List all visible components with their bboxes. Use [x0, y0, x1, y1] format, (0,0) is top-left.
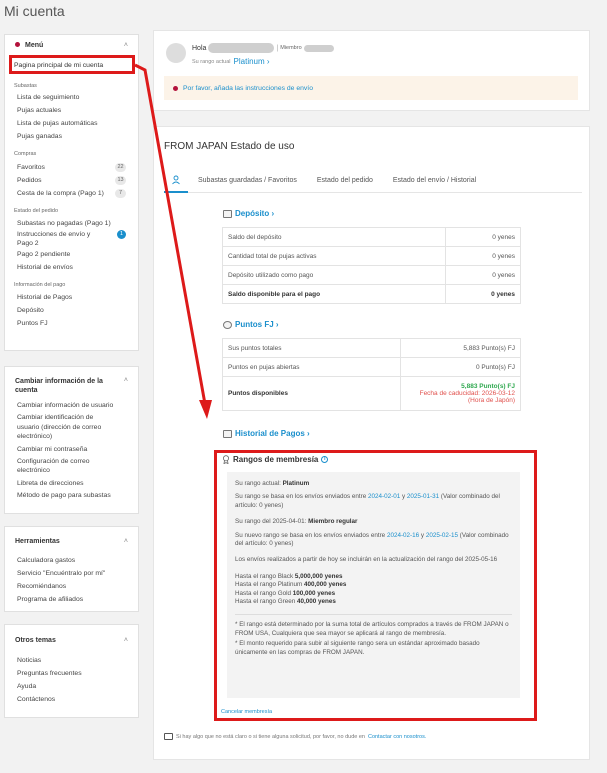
tab-profile[interactable]	[164, 169, 188, 193]
chevron-up-icon[interactable]: ˄	[124, 637, 128, 644]
servicio-encuentralo[interactable]: Servicio "Encuéntralo por mí"	[5, 569, 138, 578]
sidebar-item-subastas-no-pagadas[interactable]: Subastas no pagadas (Pago 1)	[5, 219, 138, 228]
cambiar-info-usuario[interactable]: Cambiar información de usuario	[5, 401, 138, 410]
noticias[interactable]: Noticias	[5, 656, 138, 665]
sidebar-otros-card: Otros temas ˄ Noticias Preguntas frecuen…	[4, 624, 139, 718]
table-row: Saldo disponible para el pago 0 yenes	[222, 284, 522, 304]
ayuda[interactable]: Ayuda	[5, 682, 138, 691]
sidebar-item-historial-pagos[interactable]: Historial de Pagos	[5, 293, 138, 302]
cambiar-header[interactable]: Cambiar información de la cuenta ˄	[5, 367, 138, 395]
herramientas-header[interactable]: Herramientas ˄	[5, 527, 138, 555]
sidebar-herramientas-card: Herramientas ˄ Calculadora gastos Servic…	[4, 526, 139, 612]
sidebar-item-puntos-fj[interactable]: Puntos FJ	[5, 319, 138, 328]
contactenos[interactable]: Contáctenos	[5, 695, 138, 704]
preguntas-frecuentes[interactable]: Preguntas frecuentes	[5, 669, 138, 678]
table-row: Puntos en pujas abiertas 0 Punto(s) FJ	[222, 357, 521, 377]
menu-header[interactable]: Menú ˄	[5, 35, 138, 55]
puntos-heading[interactable]: Puntos FJ ›	[223, 320, 279, 329]
programa-afiliados[interactable]: Programa de afiliados	[5, 595, 138, 604]
alert-dot-icon	[173, 85, 178, 91]
status-title: FROM JAPAN Estado de uso	[164, 141, 295, 152]
shipping-notice[interactable]: Por favor, añada las instrucciones de en…	[164, 76, 578, 100]
puntos-table: Sus puntos totales 5,883 Punto(s) FJ Punt…	[222, 338, 521, 411]
greeting-hola: Hola	[192, 44, 207, 52]
brand-dot-icon	[15, 41, 20, 47]
sidebar-item-lista-seguimiento[interactable]: Lista de seguimiento	[5, 93, 138, 102]
greeting-card: Hola | Miembro Su rango actual Platinum …	[153, 30, 590, 111]
recomiendanos[interactable]: Recomiéndanos	[5, 582, 138, 591]
deposito-table: Saldo del depósito 0 yenes Cantidad total…	[222, 227, 522, 304]
chat-icon	[164, 733, 173, 740]
cambiar-identificacion[interactable]: Cambiar identificación de usuario (direc…	[5, 413, 121, 442]
tab-estado-pedido[interactable]: Estado del pedido	[307, 169, 383, 193]
receipt-icon	[223, 429, 232, 438]
chevron-up-icon[interactable]: ˄	[124, 42, 128, 49]
tab-estado-envio[interactable]: Estado del envío / Historial	[383, 169, 486, 193]
sidebar-item-deposito[interactable]: Depósito	[5, 306, 138, 315]
chevron-up-icon[interactable]: ˄	[124, 538, 128, 545]
sidebar-item-pujas-actuales[interactable]: Pujas actuales	[5, 106, 138, 115]
status-tabs: Subastas guardadas / Favoritos Estado de…	[164, 169, 582, 193]
avatar	[166, 43, 186, 63]
otros-header[interactable]: Otros temas ˄	[5, 625, 138, 655]
tab-favoritos[interactable]: Subastas guardadas / Favoritos	[188, 169, 307, 193]
pedidos-count-badge: 13	[115, 176, 126, 185]
cambiar-list: Cambiar información de usuario Cambiar i…	[5, 401, 138, 500]
contact-link[interactable]: Contactar con nosotros.	[368, 734, 426, 740]
table-row: Saldo del depósito 0 yenes	[222, 227, 522, 247]
sidebar-group-compras: Compras	[14, 151, 37, 157]
points-icon	[223, 320, 232, 329]
table-row: Cantidad total de pujas activas 0 yenes	[222, 246, 522, 266]
highlight-home-link	[9, 55, 135, 74]
table-row: Sus puntos totales 5,883 Punto(s) FJ	[222, 338, 521, 358]
sidebar-menu: Menú ˄ Pagina principal de mi cuenta Sub…	[4, 34, 139, 351]
historial-pagos-heading[interactable]: Historial de Pagos ›	[223, 429, 310, 438]
sidebar-item-instrucciones-envio[interactable]: Instrucciones de envío y Pago 21	[5, 230, 138, 248]
sidebar-item-favoritos[interactable]: Favoritos 22	[5, 163, 138, 172]
member-label: Miembro	[280, 45, 302, 51]
calculadora-gastos[interactable]: Calculadora gastos	[5, 556, 138, 565]
user-icon	[172, 175, 180, 184]
footer-contact: Si hay algo que no está claro o si tiene…	[164, 733, 426, 740]
cambiar-contrasena[interactable]: Cambiar mi contraseña	[5, 445, 138, 454]
sidebar-item-pujas-automaticas[interactable]: Lista de pujas automáticas	[5, 119, 138, 128]
chevron-up-icon[interactable]: ˄	[124, 377, 128, 384]
sidebar-item-pago2-pendiente[interactable]: Pago 2 pendiente	[5, 250, 138, 259]
sidebar-item-cesta[interactable]: Cesta de la compra (Pago 1) 7	[5, 189, 138, 198]
username-redacted	[208, 43, 275, 53]
deposito-heading[interactable]: Depósito ›	[223, 209, 274, 218]
rank-link[interactable]: Platinum ›	[234, 57, 270, 66]
sidebar-group-info-pago: Información del pago	[14, 282, 66, 288]
page-title: Mi cuenta	[4, 3, 65, 19]
wallet-icon	[223, 209, 232, 218]
sidebar-cambiar-card: Cambiar información de la cuenta ˄ Cambi…	[4, 366, 139, 514]
sidebar-item-pedidos[interactable]: Pedidos 13	[5, 176, 138, 185]
metodo-pago[interactable]: Método de pago para subastas	[5, 491, 138, 500]
favoritos-count-badge: 22	[115, 163, 126, 172]
libreta-direcciones[interactable]: Libreta de direcciones	[5, 479, 138, 488]
config-correo[interactable]: Configuración de correo electrónico	[5, 457, 115, 476]
sidebar-group-subastas: Subastas	[14, 83, 37, 89]
highlight-rangos	[214, 450, 537, 721]
table-row: Depósito utilizado como pago 0 yenes	[222, 265, 522, 285]
instrucciones-count-badge: 1	[117, 230, 126, 239]
sidebar-group-estado-pedido: Estado del pedido	[14, 208, 59, 214]
member-id-redacted	[303, 44, 334, 52]
sidebar-item-historial-envios[interactable]: Historial de envíos	[5, 263, 138, 272]
cesta-count-badge: 7	[115, 189, 126, 198]
rank-label: Su rango actual	[192, 58, 231, 65]
sidebar-item-pujas-ganadas[interactable]: Pujas ganadas	[5, 132, 138, 141]
table-row: Puntos disponibles 5,883 Punto(s) FJ Fec…	[222, 376, 521, 411]
